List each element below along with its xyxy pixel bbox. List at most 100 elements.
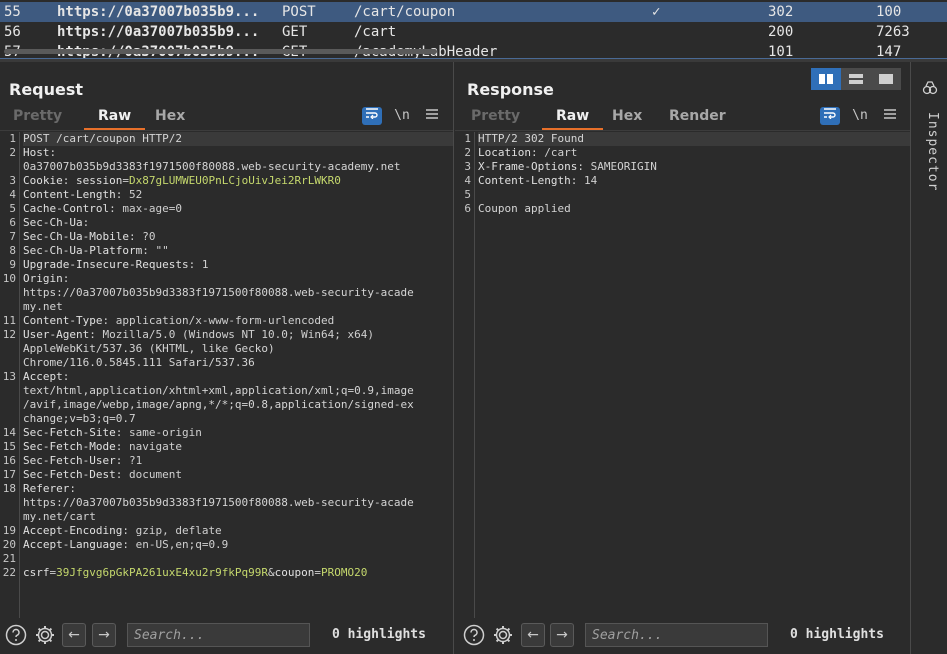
param-value: 39Jfgvg6pGkPA261uxE4xu2r9fkPq99R: [56, 566, 269, 579]
row-url: /cart: [354, 24, 397, 40]
header-colon: :: [142, 244, 149, 257]
settings-gear-icon[interactable]: [492, 624, 514, 646]
header-name: Sec-Fetch-Mode: [23, 440, 116, 453]
response-search-input[interactable]: [585, 623, 768, 647]
header-colon: :: [69, 482, 76, 495]
request-editor-separator: [0, 130, 453, 131]
tab-pretty[interactable]: Pretty: [471, 108, 520, 130]
line-number: 6: [464, 202, 471, 215]
header-value: ?0: [135, 230, 156, 243]
line-number: 12: [2, 328, 16, 341]
row-status: 302: [768, 4, 794, 20]
code-line: 1 HTTP/2 302 Found: [455, 132, 910, 146]
line-number: 18: [2, 482, 16, 495]
response-editor[interactable]: 1 HTTP/2 302 Found 2 Location: /cart 3 X-Fram…: [455, 132, 910, 618]
line-number: 4: [464, 174, 471, 187]
header-name: Sec-Ch-Ua-Platform: [23, 244, 143, 257]
line-number: 3: [464, 160, 471, 173]
header-space: [69, 174, 76, 187]
code-line: 4 Content-Length: 14: [455, 174, 910, 188]
line-text: Sec-Ch-Ua:: [23, 216, 453, 230]
param-separator: &: [268, 566, 275, 579]
menu-icon[interactable]: [422, 107, 442, 125]
line-text: Referer:: [23, 482, 453, 496]
history-row[interactable]: 55 https://0a37007b035b9... POST/cart/coup…: [0, 2, 947, 22]
line-text: HTTP/2 302 Found: [478, 132, 910, 146]
line-number: 10: [2, 272, 16, 285]
code-line: 15 Sec-Fetch-Mode: navigate: [0, 440, 453, 454]
inspector-icon[interactable]: [922, 80, 938, 100]
line-text: Sec-Fetch-Mode: navigate: [23, 440, 453, 454]
response-highlights-count: 0 highlights: [790, 627, 884, 642]
wrap-lines-icon[interactable]: [362, 107, 382, 125]
side-by-side-layout-icon[interactable]: [811, 68, 841, 90]
previous-arrow-icon[interactable]: ←: [62, 623, 86, 647]
header-value: 52: [122, 188, 143, 201]
code-line: 3 Cookie: session=Dx87gLUMWEU0PnLCjoUivJe…: [0, 174, 453, 188]
line-number: 17: [2, 468, 16, 481]
layout-toggle-group: [811, 68, 901, 90]
header-colon: :: [109, 202, 116, 215]
header-name: Content-Length: [478, 174, 571, 187]
wrap-lines-icon[interactable]: [820, 107, 840, 125]
newline-toggle-icon[interactable]: \n: [392, 107, 412, 125]
next-arrow-icon[interactable]: →: [92, 623, 116, 647]
tab-render[interactable]: Render: [669, 108, 726, 130]
newline-toggle-icon[interactable]: \n: [850, 107, 870, 125]
row-host: https://0a37007b035b9...: [57, 24, 260, 40]
previous-arrow-icon[interactable]: ←: [521, 623, 545, 647]
header-value: application/x-www-form-urlencoded: [109, 314, 335, 327]
history-scrollbar[interactable]: [4, 49, 437, 54]
tab-hex[interactable]: Hex: [612, 108, 642, 130]
tab-raw[interactable]: Raw: [83, 108, 146, 130]
header-value: document: [122, 468, 182, 481]
line-text: POST /cart/coupon HTTP/2: [23, 132, 453, 146]
code-line: 4 Content-Length: 52: [0, 188, 453, 202]
tab-raw[interactable]: Raw: [541, 108, 604, 130]
line-text: Sec-Fetch-Site: same-origin: [23, 426, 453, 440]
code-line: 2 Host:: [0, 146, 453, 160]
menu-icon[interactable]: [880, 107, 900, 125]
header-colon: :: [530, 146, 538, 159]
line-number: 1: [464, 132, 471, 145]
param-name: csrf: [23, 566, 50, 579]
line-text: Upgrade-Insecure-Requests: 1: [23, 258, 453, 272]
request-search-input[interactable]: [127, 623, 310, 647]
code-line: my.net: [0, 300, 453, 314]
tab-hex[interactable]: Hex: [155, 108, 185, 130]
header-name: Referer: [23, 482, 70, 495]
header-colon: :: [62, 370, 70, 383]
header-name: Location: [478, 146, 531, 159]
line-text: csrf=39Jfgvg6pGkPA261uxE4xu2r9fkPq99R&co…: [23, 566, 453, 580]
line-number: 2: [9, 146, 16, 159]
response-panel: Response Pretty Raw Hex Render \n 1 HTTP/…: [455, 62, 911, 654]
response-editor-separator: [455, 130, 910, 131]
single-pane-layout-icon[interactable]: [871, 68, 901, 90]
code-line: Chrome/116.0.5845.111 Safari/537.36: [0, 356, 453, 370]
request-footer: ← → 0 highlights: [0, 618, 453, 654]
code-line: https://0a37007b035b9d3383f1971500f80088…: [0, 286, 453, 300]
line-text: Content-Type: application/x-www-form-url…: [23, 314, 453, 328]
response-footer: ← → 0 highlights: [455, 618, 910, 654]
line-number: 1: [9, 132, 16, 145]
stacked-layout-icon[interactable]: [841, 68, 871, 90]
line-text: AppleWebKit/537.36 (KHTML, like Gecko): [23, 342, 275, 355]
line-text: Sec-Fetch-User: ?1: [23, 454, 453, 468]
code-line: AppleWebKit/537.36 (KHTML, like Gecko): [0, 342, 453, 356]
request-editor[interactable]: 1 POST /cart/coupon HTTP/2 2 Host: 0a37007b…: [0, 132, 453, 618]
response-tabs: Pretty Raw Hex Render \n: [455, 104, 910, 130]
settings-gear-icon[interactable]: [34, 624, 56, 646]
line-number: 16: [2, 454, 16, 467]
header-value: SAMEORIGIN: [583, 160, 657, 173]
help-icon[interactable]: [5, 624, 27, 646]
history-row[interactable]: 56 https://0a37007b035b9... GET/cart 200 726…: [0, 22, 947, 42]
header-name: Accept: [23, 370, 63, 383]
line-text: change;v=b3;q=0.7: [23, 412, 136, 425]
inspector-label[interactable]: Inspector: [920, 112, 940, 191]
code-line: my.net/cart: [0, 510, 453, 524]
help-icon[interactable]: [463, 624, 485, 646]
param-value: PROMO20: [321, 566, 368, 579]
tab-pretty[interactable]: Pretty: [13, 108, 62, 130]
line-number: 4: [9, 188, 16, 201]
next-arrow-icon[interactable]: →: [550, 623, 574, 647]
